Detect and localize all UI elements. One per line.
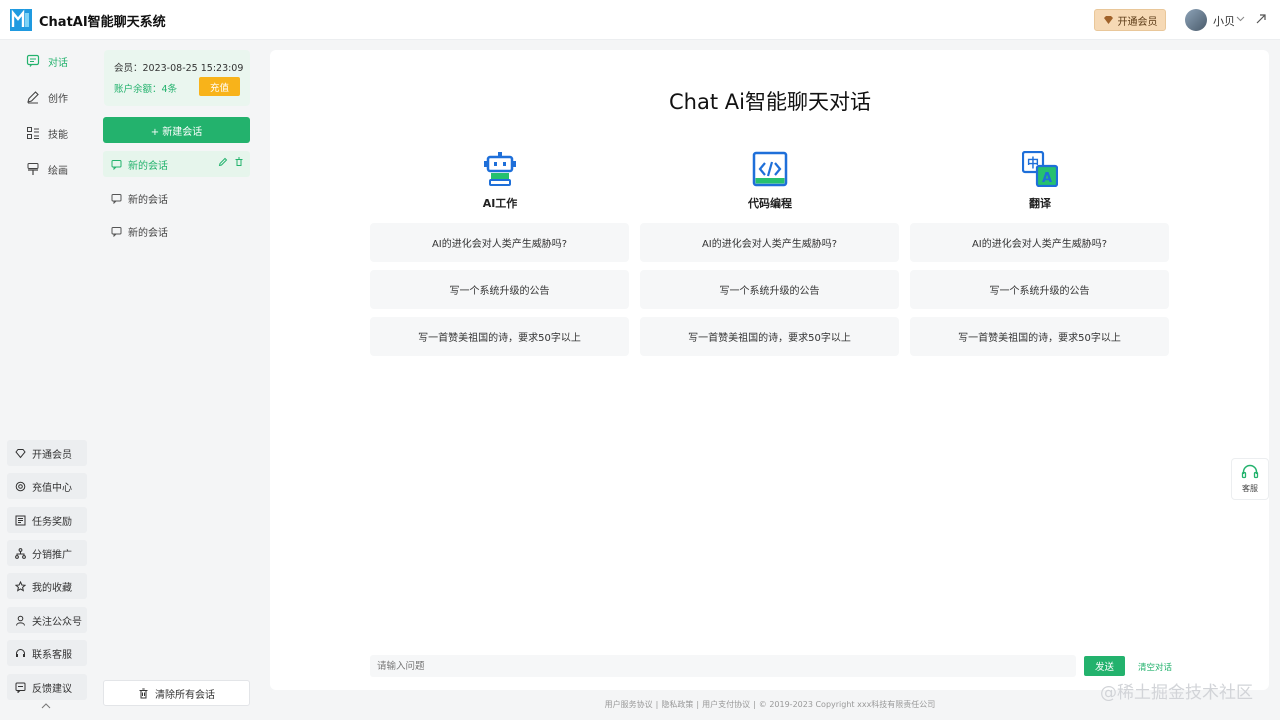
nav-item-skills[interactable]: 技能 (26, 123, 86, 143)
feedback-icon (15, 682, 26, 693)
nav-favorites[interactable]: 我的收藏 (7, 573, 87, 599)
prompt-card[interactable]: 写一个系统升级的公告 (640, 270, 899, 309)
category-label-ai-work: AI工作 (482, 197, 518, 210)
footer-link-payment[interactable]: 用户支付协议 (702, 700, 750, 709)
task-icon (15, 515, 26, 525)
user-name[interactable]: 小贝 (1213, 13, 1235, 29)
prompt-card[interactable]: 写一首赞美祖国的诗，要求50字以上 (640, 317, 899, 356)
header-vip-button[interactable]: 开通会员 (1094, 9, 1166, 31)
nav-bottom-label: 联系客服 (32, 649, 72, 661)
account-balance: 账户余额：4条 (114, 84, 178, 95)
chat-bubble-icon (111, 159, 122, 170)
diamond-icon (1103, 16, 1113, 24)
nav-label: 技能 (48, 129, 68, 141)
trash-icon (139, 688, 148, 698)
trash-icon[interactable] (234, 157, 244, 167)
brush-icon (27, 163, 39, 175)
top-header: ChatAI智能聊天系统 开通会员 小贝 (0, 0, 1280, 40)
nav-label: 创作 (48, 93, 68, 105)
nav-distribution[interactable]: 分销推广 (7, 540, 87, 566)
chat-bubble-icon (111, 226, 122, 237)
nav-contact-support[interactable]: 联系客服 (7, 640, 87, 666)
nav-item-create[interactable]: 创作 (26, 87, 86, 107)
nav-bottom-label: 充值中心 (32, 482, 72, 494)
app-title: ChatAI智能聊天系统 (39, 15, 166, 30)
chevron-down-icon[interactable] (1236, 14, 1245, 23)
footer: 用户服务协议 | 隐私政策 | 用户支付协议 | © 2019-2023 Copyright… (604, 700, 936, 709)
nav-open-vip[interactable]: 开通会员 (7, 440, 87, 466)
new-chat-button[interactable]: + 新建会话 (103, 117, 250, 143)
chat-session-item[interactable]: 新的会话 (103, 218, 250, 244)
watermark: @稀土掘金技术社区 (1100, 683, 1253, 703)
coin-icon (15, 481, 26, 491)
nav-bottom-label: 关注公众号 (32, 616, 82, 628)
list-icon (27, 127, 39, 139)
nav-feedback[interactable]: 反馈建议 (7, 674, 87, 700)
star-icon (15, 580, 26, 592)
nav-bottom-label: 我的收藏 (32, 582, 72, 594)
chat-session-item[interactable]: 新的会话 (103, 151, 250, 177)
pencil-icon (27, 91, 39, 104)
chat-icon (26, 54, 40, 67)
customer-service-label: 客服 (1242, 484, 1258, 493)
prompt-card[interactable]: AI的进化会对人类产生威胁吗? (370, 223, 629, 262)
nav-bottom-label: 反馈建议 (32, 683, 72, 695)
nav-label: 对话 (48, 57, 68, 69)
headset-icon (16, 648, 25, 657)
logout-icon[interactable] (1255, 13, 1267, 25)
translate-icon: 中 A (1022, 151, 1058, 187)
page-title: Chat Ai智能聊天对话 (669, 90, 871, 114)
chat-bubble-icon (111, 193, 122, 204)
chat-session-label: 新的会话 (128, 160, 168, 172)
network-icon (15, 547, 26, 559)
diamond-icon (15, 448, 26, 458)
nav-item-paint[interactable]: 绘画 (26, 159, 86, 179)
nav-recharge-center[interactable]: 充值中心 (7, 473, 87, 499)
footer-link-service[interactable]: 用户服务协议 (605, 700, 653, 709)
send-button[interactable]: 发送 (1084, 656, 1125, 676)
prompt-card[interactable]: 写一首赞美祖国的诗，要求50字以上 (370, 317, 629, 356)
robot-icon (484, 152, 516, 186)
avatar[interactable] (1185, 9, 1207, 31)
prompt-card[interactable]: AI的进化会对人类产生威胁吗? (910, 223, 1169, 262)
nav-label: 绘画 (48, 165, 68, 177)
member-card: 会员：2023-08-25 15:23:09 账户余额：4条 充值 (104, 50, 250, 106)
chat-session-label: 新的会话 (128, 227, 168, 239)
prompt-card[interactable]: 写一首赞美祖国的诗，要求50字以上 (910, 317, 1169, 356)
prompt-card[interactable]: 写一个系统升级的公告 (910, 270, 1169, 309)
footer-link-privacy[interactable]: 隐私政策 (661, 700, 693, 709)
app-logo-icon (10, 9, 32, 31)
nav-item-chat[interactable]: 对话 (26, 51, 86, 71)
recharge-button[interactable]: 充值 (199, 77, 240, 96)
svg-text:A: A (1042, 171, 1052, 186)
chat-session-label: 新的会话 (128, 194, 168, 206)
headset-icon (1241, 464, 1259, 479)
member-expiry: 会员：2023-08-25 15:23:09 (114, 63, 244, 74)
code-icon (752, 151, 788, 187)
prompt-card[interactable]: 写一个系统升级的公告 (370, 270, 629, 309)
nav-bottom-label: 任务奖励 (32, 516, 72, 528)
category-label-coding: 代码编程 (748, 197, 792, 210)
nav-bottom-label: 开通会员 (32, 449, 72, 461)
nav-follow-account[interactable]: 关注公众号 (7, 607, 87, 633)
clear-conversation-link[interactable]: 清空对话 (1138, 661, 1172, 673)
chat-main-panel: Chat Ai智能聊天对话 (270, 50, 1269, 690)
nav-task-reward[interactable]: 任务奖励 (7, 507, 87, 533)
user-icon (16, 615, 25, 626)
customer-service-widget[interactable]: 客服 (1231, 458, 1269, 500)
header-vip-label: 开通会员 (1117, 16, 1158, 28)
question-input[interactable] (370, 655, 1076, 677)
footer-copyright: © 2019-2023 Copyright xxx科技有限责任公司 (758, 700, 936, 709)
category-label-translate: 翻译 (1029, 197, 1051, 210)
chat-session-item[interactable]: 新的会话 (103, 185, 250, 211)
prompt-card[interactable]: AI的进化会对人类产生威胁吗? (640, 223, 899, 262)
edit-icon[interactable] (218, 157, 228, 167)
nav-bottom-label: 分销推广 (32, 549, 72, 561)
